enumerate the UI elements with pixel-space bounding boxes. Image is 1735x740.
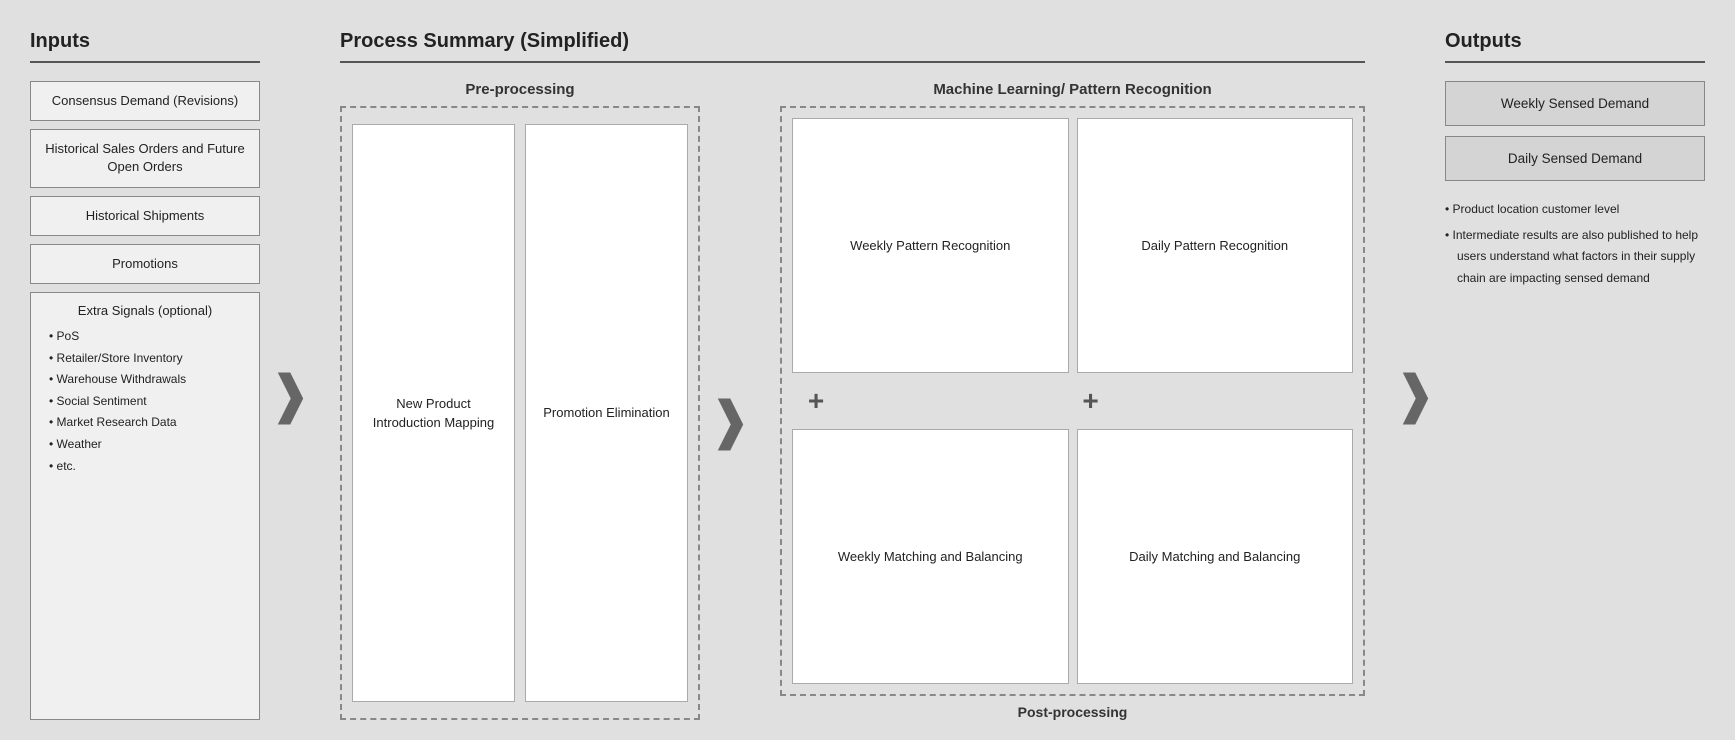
process-title: Process Summary (Simplified): [340, 30, 1365, 63]
process-box-promotion: Promotion Elimination: [525, 124, 688, 702]
post-processing-label: Post-processing: [1018, 704, 1128, 720]
process-column: Process Summary (Simplified) Pre-process…: [320, 30, 1385, 720]
arrow-inputs-to-process: ❱: [260, 30, 320, 720]
ml-box-daily-matching: Daily Matching and Balancing: [1077, 429, 1354, 684]
output-note-2: • Intermediate results are also publishe…: [1445, 225, 1705, 290]
input-box-3: Historical Shipments: [30, 196, 260, 236]
arrow-pre-to-ml: ❱: [700, 81, 760, 720]
arrow-process-to-outputs: ❱: [1385, 30, 1445, 720]
input-box-1: Consensus Demand (Revisions): [30, 81, 260, 121]
output-box-weekly: Weekly Sensed Demand: [1445, 81, 1705, 126]
outputs-column: Outputs Weekly Sensed Demand Daily Sense…: [1445, 30, 1705, 720]
inputs-title: Inputs: [30, 30, 260, 63]
main-container: Inputs Consensus Demand (Revisions) Hist…: [0, 0, 1735, 740]
list-item: Retailer/Store Inventory: [49, 348, 245, 370]
plus-icon-1: +: [802, 385, 830, 417]
pre-processing-section: Pre-processing New Product Introduction …: [340, 81, 700, 720]
plus-icon-2: +: [1077, 385, 1105, 417]
extra-signals-list: PoS Retailer/Store Inventory Warehouse W…: [45, 326, 245, 477]
list-item: Weather: [49, 434, 245, 456]
outputs-title: Outputs: [1445, 30, 1705, 63]
list-item: Social Sentiment: [49, 391, 245, 413]
ml-box-weekly-pattern: Weekly Pattern Recognition: [792, 118, 1069, 373]
pre-processing-label: Pre-processing: [465, 81, 574, 98]
ml-box-weekly-matching: Weekly Matching and Balancing: [792, 429, 1069, 684]
extra-signals-box: Extra Signals (optional) PoS Retailer/St…: [30, 292, 260, 720]
ml-dashed: Weekly Pattern Recognition Daily Pattern…: [780, 106, 1365, 696]
list-item: etc.: [49, 456, 245, 478]
ml-section: Machine Learning/ Pattern Recognition We…: [780, 81, 1365, 720]
output-note-1: • Product location customer level: [1445, 199, 1705, 221]
output-notes: • Product location customer level • Inte…: [1445, 199, 1705, 293]
ml-bottom-row: Weekly Matching and Balancing Daily Matc…: [792, 429, 1353, 684]
ml-box-daily-pattern: Daily Pattern Recognition: [1077, 118, 1354, 373]
inputs-column: Inputs Consensus Demand (Revisions) Hist…: [30, 30, 260, 720]
pre-processing-dashed: New Product Introduction Mapping Promoti…: [340, 106, 700, 720]
process-inner: Pre-processing New Product Introduction …: [340, 81, 1365, 720]
process-box-new-product: New Product Introduction Mapping: [352, 124, 515, 702]
extra-signals-title: Extra Signals (optional): [45, 303, 245, 318]
ml-top-row: Weekly Pattern Recognition Daily Pattern…: [792, 118, 1353, 373]
input-box-4: Promotions: [30, 244, 260, 284]
list-item: Warehouse Withdrawals: [49, 369, 245, 391]
output-box-daily: Daily Sensed Demand: [1445, 136, 1705, 181]
ml-header: Machine Learning/ Pattern Recognition: [933, 81, 1211, 98]
list-item: Market Research Data: [49, 412, 245, 434]
list-item: PoS: [49, 326, 245, 348]
input-box-2: Historical Sales Orders and Future Open …: [30, 129, 260, 187]
